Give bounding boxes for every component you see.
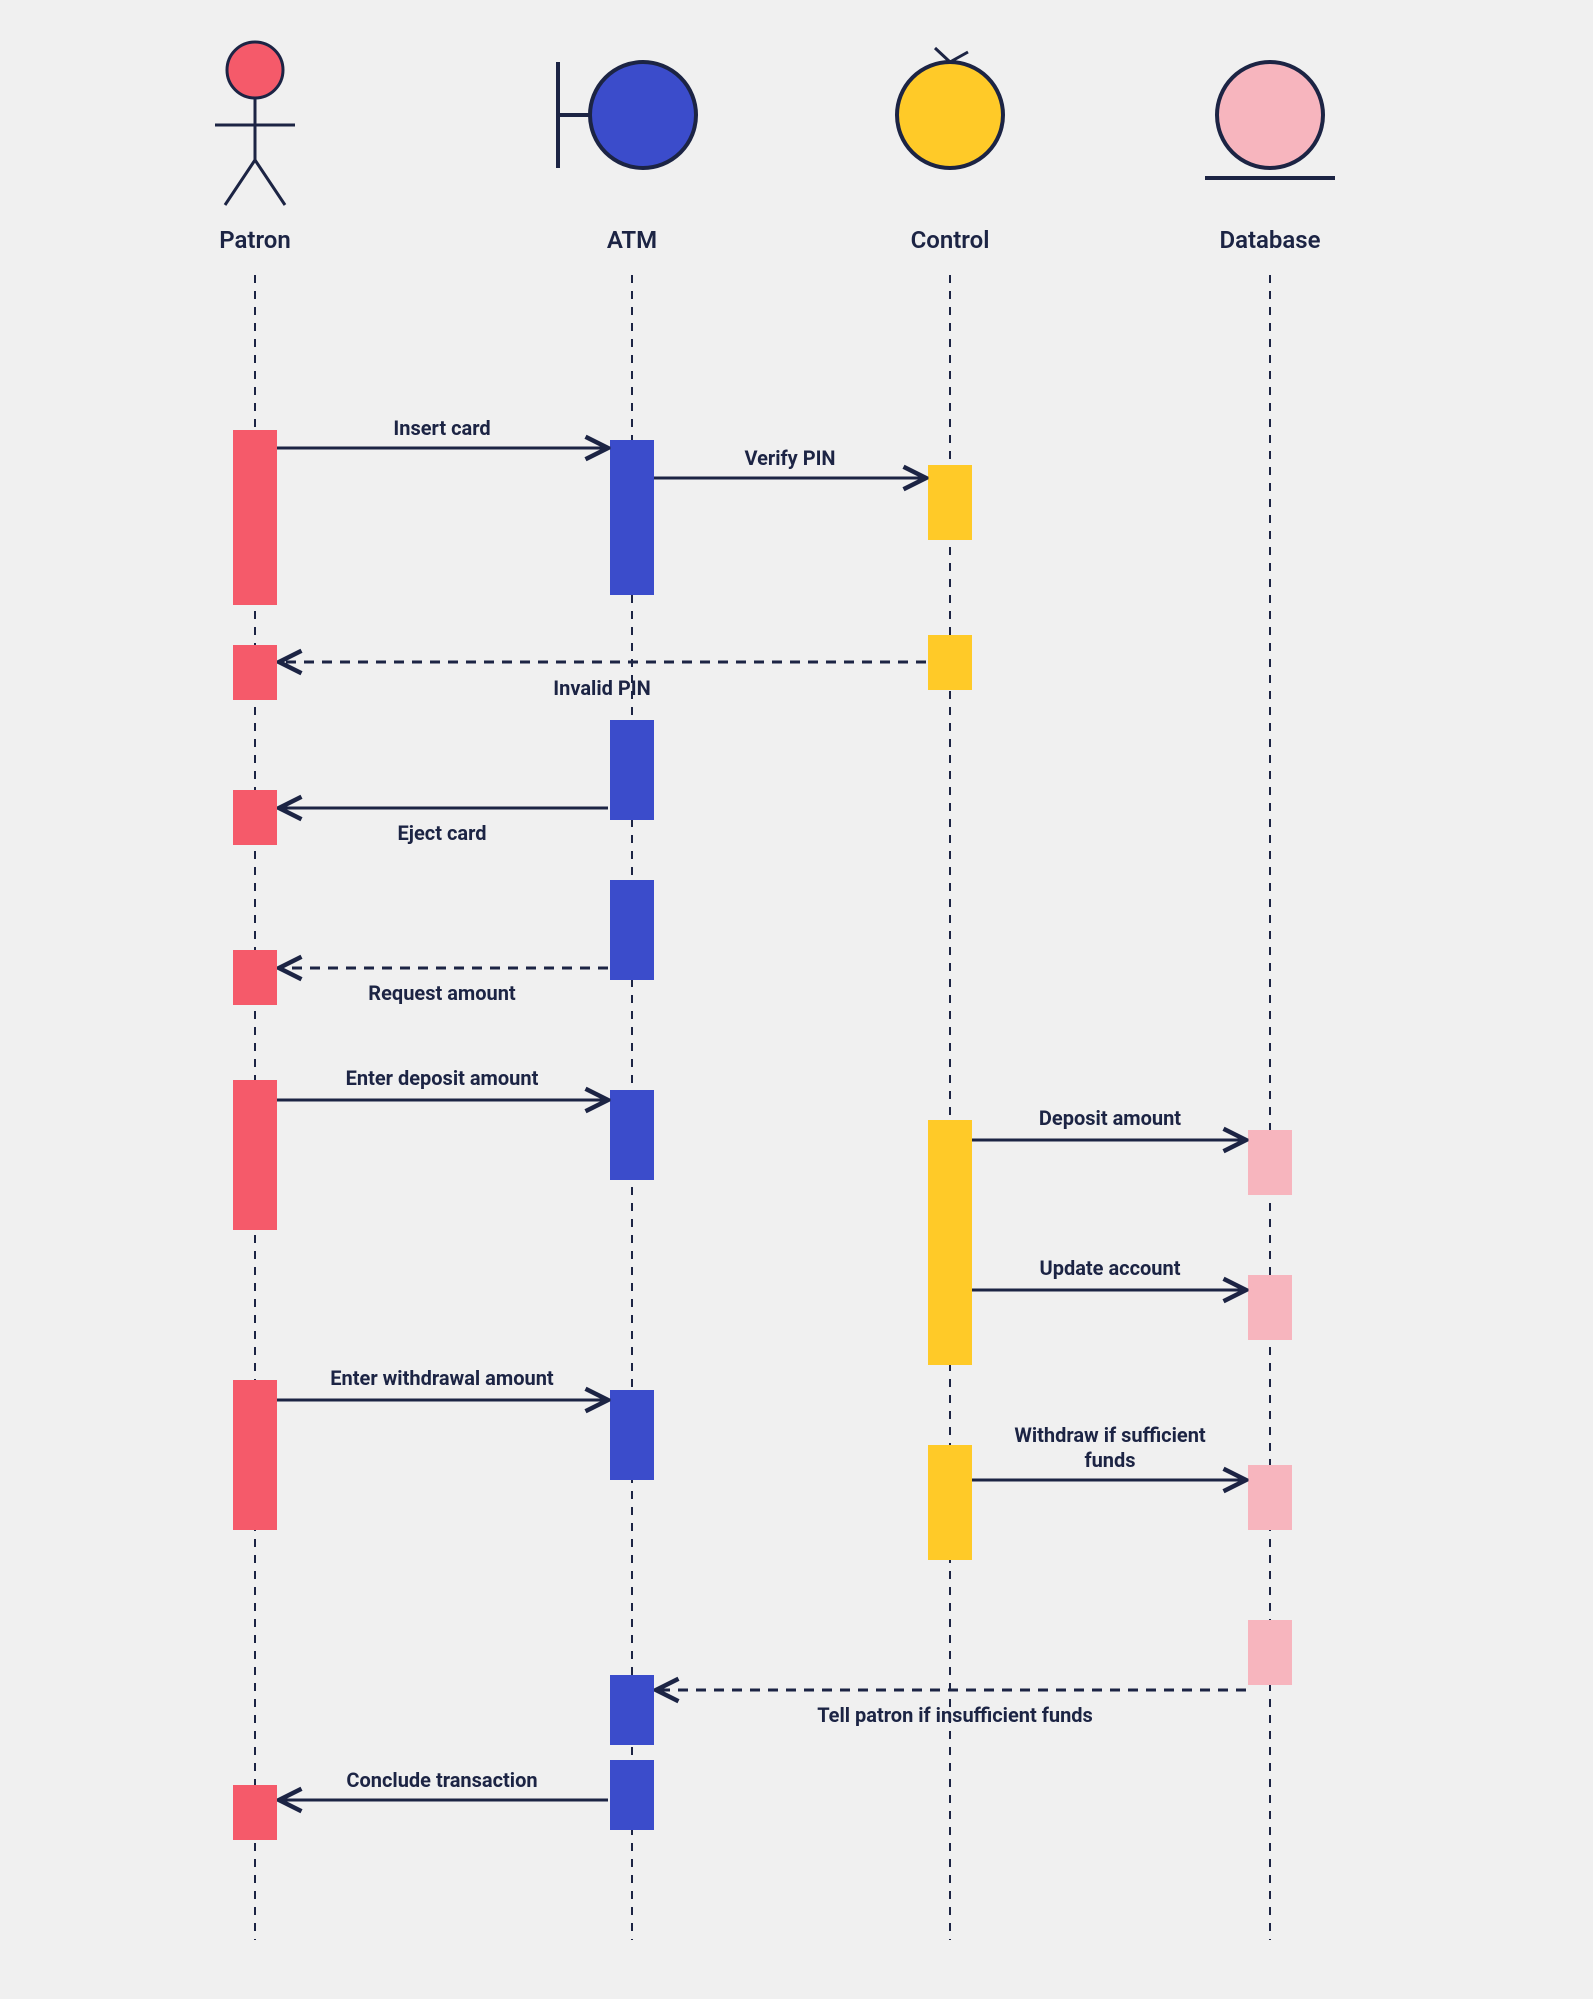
activation-patron: [233, 1785, 277, 1840]
activation-control: [928, 635, 972, 690]
message-label: Enter deposit amount: [346, 1066, 539, 1090]
activation-patron: [233, 1380, 277, 1530]
activation-atm: [610, 1760, 654, 1830]
message-label: Update account: [1040, 1256, 1181, 1280]
message-label: Eject card: [398, 821, 487, 845]
message-label: Insert card: [393, 416, 490, 440]
message-label: Invalid PIN: [553, 676, 650, 700]
entity-icon: [1217, 62, 1323, 168]
message-label: Enter withdrawal amount: [330, 1366, 554, 1390]
sequence-diagram: Patron ATM Control Database: [0, 0, 1593, 1999]
activation-patron: [233, 1080, 277, 1230]
control-icon: [897, 62, 1003, 168]
participant-control-label: Control: [911, 226, 990, 254]
activation-atm: [610, 1390, 654, 1480]
activation-patron: [233, 950, 277, 1005]
message-label: Withdraw if sufficient: [1014, 1423, 1206, 1447]
activation-database: [1248, 1465, 1292, 1530]
person-head-icon: [227, 42, 283, 98]
activation-patron: [233, 430, 277, 605]
activation-patron: [233, 790, 277, 845]
message-label: Verify PIN: [744, 446, 835, 470]
activation-atm: [610, 880, 654, 980]
activation-control: [928, 1120, 972, 1365]
activation-atm: [610, 720, 654, 820]
activation-atm: [610, 1675, 654, 1745]
message-label: Tell patron if insufficient funds: [817, 1703, 1093, 1727]
boundary-icon: [590, 62, 696, 168]
activation-atm: [610, 440, 654, 595]
activation-database: [1248, 1130, 1292, 1195]
message-label: Conclude transaction: [346, 1768, 537, 1792]
message-label: Deposit amount: [1039, 1106, 1181, 1130]
participant-database-label: Database: [1219, 226, 1320, 254]
activation-atm: [610, 1090, 654, 1180]
message-label: funds: [1084, 1448, 1135, 1472]
participant-patron-label: Patron: [219, 226, 291, 254]
participant-atm-label: ATM: [607, 226, 657, 254]
activation-control: [928, 1445, 972, 1560]
activation-database: [1248, 1620, 1292, 1685]
activation-control: [928, 465, 972, 540]
activation-database: [1248, 1275, 1292, 1340]
activation-patron: [233, 645, 277, 700]
message-label: Request amount: [368, 981, 516, 1005]
